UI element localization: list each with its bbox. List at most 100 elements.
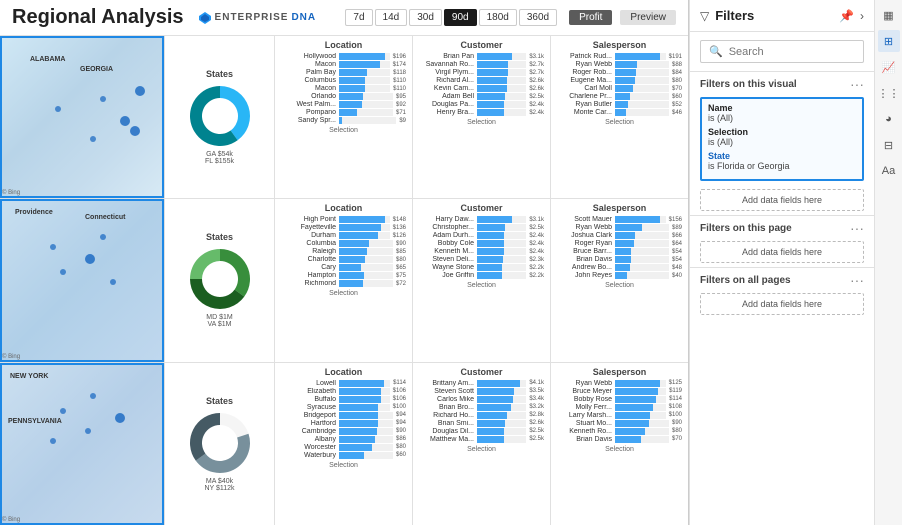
bar-value-2-2: $114 bbox=[669, 396, 682, 402]
bar-row-0-3: Columbus$110 bbox=[281, 77, 406, 84]
donut-section-0: StatesGA $54kFL $155k bbox=[165, 36, 275, 198]
map-panel-1[interactable]: ALABAMA GEORGIA © Bing bbox=[0, 36, 164, 199]
bar-row-1-0: Harry Daw...$3.1k bbox=[419, 216, 544, 223]
bar-row-2-0: Ryan Webb$125 bbox=[557, 380, 682, 387]
bar-row-1-7: Joe Griffin$2.2k bbox=[419, 272, 544, 279]
bar-row-1-7: Hampton$75 bbox=[281, 272, 406, 279]
bar-container-2-7 bbox=[615, 436, 669, 443]
bar-label-2-0: Lowell bbox=[281, 380, 336, 387]
bar-row-1-2: Joshua Clark$66 bbox=[557, 232, 682, 239]
pie-chart-icon[interactable]: ◕ bbox=[878, 108, 900, 130]
time-btn-360d[interactable]: 360d bbox=[519, 9, 557, 26]
bar-value-1-3: $90 bbox=[396, 241, 406, 247]
bar-value-2-4: $2.8k bbox=[529, 412, 544, 418]
name-icon[interactable]: Aa bbox=[878, 160, 900, 182]
bar-label-1-5: Brian Davis bbox=[557, 256, 612, 263]
preview-button[interactable]: Preview bbox=[620, 10, 676, 25]
bar-label-1-3: Columbia bbox=[281, 240, 336, 247]
time-btn-180d[interactable]: 180d bbox=[479, 9, 517, 26]
bar-fill-1-2 bbox=[477, 232, 504, 239]
filter-state-value: is Florida or Georgia bbox=[708, 161, 856, 171]
map-bg-2: Providence Connecticut © Bing bbox=[0, 199, 164, 361]
bar-label-1-6: Cary bbox=[281, 264, 336, 271]
add-fields-page-button[interactable]: Add data fields here bbox=[700, 241, 864, 263]
filters-on-visual-menu[interactable]: ··· bbox=[850, 77, 864, 91]
bar-label-1-3: Bobby Cole bbox=[419, 240, 474, 247]
bar-label-0-5: Orlando bbox=[281, 93, 336, 100]
bar-row-0-1: Macon$174 bbox=[281, 61, 406, 68]
enterprise-logo: ENTERPRISE DNA bbox=[198, 11, 317, 25]
donut-label2-1: VA $1M bbox=[208, 321, 232, 328]
bar-fill-0-6 bbox=[339, 101, 362, 108]
bar-label-2-7: Albany bbox=[281, 436, 336, 443]
bar-container-2-0 bbox=[477, 380, 526, 387]
bar-fill-0-7 bbox=[477, 109, 504, 116]
bar-container-2-2 bbox=[477, 396, 526, 403]
time-btn-14d[interactable]: 14d bbox=[375, 9, 408, 26]
bar-value-0-6: $52 bbox=[672, 102, 682, 108]
location-section-title-0: Location bbox=[281, 40, 406, 50]
bar-fill-2-9 bbox=[339, 452, 364, 459]
map-panel-3[interactable]: NEW YORK PENNSYLVANIA © Bing bbox=[0, 363, 164, 525]
bar-row-0-0: Patrick Rud...$191 bbox=[557, 53, 682, 60]
bar-fill-2-3 bbox=[615, 404, 653, 411]
bar-row-2-1: Steven Scott$3.5k bbox=[419, 388, 544, 395]
bar-fill-2-0 bbox=[477, 380, 520, 387]
search-input[interactable] bbox=[729, 46, 855, 58]
bar-label-2-3: Molly Ferr... bbox=[557, 404, 612, 411]
bar-value-2-0: $114 bbox=[393, 380, 406, 386]
profit-button[interactable]: Profit bbox=[569, 10, 612, 25]
bar-value-1-2: $2.4k bbox=[529, 233, 544, 239]
bar-value-2-7: $2.5k bbox=[529, 436, 544, 442]
add-fields-visual-button[interactable]: Add data fields here bbox=[700, 189, 864, 211]
bar-container-1-7 bbox=[339, 272, 393, 279]
bar-row-0-3: Richard Al...$2.6k bbox=[419, 77, 544, 84]
bar-row-0-3: Eugene Ma...$80 bbox=[557, 77, 682, 84]
scatter-icon[interactable]: ⋮⋮ bbox=[878, 82, 900, 104]
map-dot-m1 bbox=[100, 234, 106, 240]
bar-container-1-0 bbox=[615, 216, 666, 223]
bar-row-1-1: Christopher...$2.5k bbox=[419, 224, 544, 231]
bar-value-2-1: $119 bbox=[669, 388, 682, 394]
bar-label-1-4: Raleigh bbox=[281, 248, 336, 255]
time-btn-90d[interactable]: 90d bbox=[444, 9, 477, 26]
filter-visual-box: Name is (All) Selection is (All) State i… bbox=[700, 97, 864, 181]
customer-section-selection-1: Selection bbox=[419, 282, 544, 289]
bar-fill-2-6 bbox=[477, 428, 504, 435]
bar-container-0-6 bbox=[615, 101, 669, 108]
bar-value-0-4: $110 bbox=[393, 86, 406, 92]
data-row-2: StatesMA $40kNY $112kLocationLowell$114E… bbox=[165, 363, 688, 525]
add-fields-all-pages-button[interactable]: Add data fields here bbox=[700, 293, 864, 315]
time-btn-30d[interactable]: 30d bbox=[409, 9, 442, 26]
bar-chart-icon[interactable]: ▦ bbox=[878, 4, 900, 26]
location-section-selection-1: Selection bbox=[281, 290, 406, 297]
bar-container-1-0 bbox=[339, 216, 390, 223]
bar-fill-1-4 bbox=[615, 248, 631, 255]
filters-on-page-menu[interactable]: ··· bbox=[850, 221, 864, 235]
filter-name-label: Name bbox=[708, 103, 856, 113]
customer-section-title-1: Customer bbox=[419, 203, 544, 213]
axis-icon[interactable]: ⊟ bbox=[878, 134, 900, 156]
bar-container-0-5 bbox=[615, 93, 669, 100]
forward-icon[interactable]: › bbox=[860, 9, 864, 23]
line-chart-icon[interactable]: 📈 bbox=[878, 56, 900, 78]
map-dot-3 bbox=[90, 136, 96, 142]
bar-label-0-1: Ryan Webb bbox=[557, 61, 612, 68]
bar-fill-0-4 bbox=[477, 85, 507, 92]
filter-item-state[interactable]: State is Florida or Georgia bbox=[708, 151, 856, 171]
pin-icon[interactable]: 📌 bbox=[839, 9, 854, 23]
bar-label-1-5: Steven Deli... bbox=[419, 256, 474, 263]
bar-fill-0-5 bbox=[615, 93, 630, 100]
filters-on-all-pages-menu[interactable]: ··· bbox=[850, 273, 864, 287]
bar-fill-1-0 bbox=[339, 216, 385, 223]
table-icon[interactable]: ⊞ bbox=[878, 30, 900, 52]
map-dot-6 bbox=[130, 126, 140, 136]
bar-label-1-2: Joshua Clark bbox=[557, 232, 612, 239]
bar-value-2-0: $4.1k bbox=[529, 380, 544, 386]
search-box[interactable]: 🔍 bbox=[700, 40, 864, 63]
bar-row-0-2: Virgil Plym...$2.7k bbox=[419, 69, 544, 76]
map-panel-2[interactable]: Providence Connecticut © Bing bbox=[0, 199, 164, 362]
bar-row-0-5: Adam Bell$2.5k bbox=[419, 93, 544, 100]
time-btn-7d[interactable]: 7d bbox=[345, 9, 372, 26]
bar-value-1-1: $136 bbox=[393, 225, 406, 231]
